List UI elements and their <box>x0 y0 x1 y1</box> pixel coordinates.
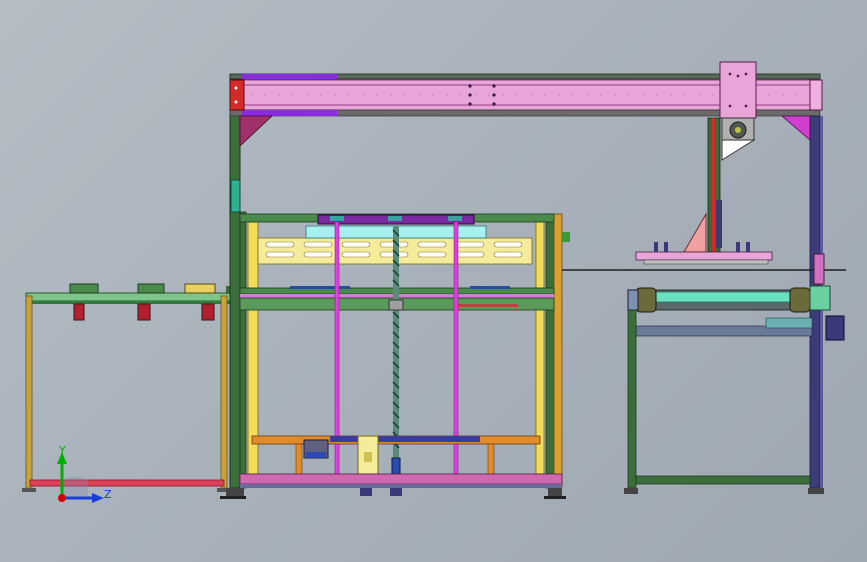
y-axis-label: Y <box>58 444 66 457</box>
gantry-end-cap-left <box>229 79 245 111</box>
left-table-bottom-rail <box>29 479 225 487</box>
x-axis-dot <box>58 494 66 502</box>
conveyor-roller-left <box>635 287 657 313</box>
left-fixture-2 <box>137 283 165 294</box>
z-axis-label: Z <box>104 488 112 501</box>
gantry-carriage <box>719 61 757 119</box>
conveyor-roller-right <box>789 287 811 313</box>
cad-drawing: Y Z <box>22 61 846 503</box>
left-table <box>22 283 235 492</box>
left-table-leg-left <box>25 295 33 489</box>
main-frame <box>220 75 570 499</box>
main-post-left <box>229 75 241 489</box>
gantry-bracket-right <box>780 115 811 141</box>
conveyor-belt <box>651 291 793 303</box>
pickup-plate <box>635 251 773 261</box>
coordinate-triad: Y Z <box>57 444 112 503</box>
gantry-bracket-left <box>239 115 274 147</box>
gantry <box>229 61 823 489</box>
conveyor-bottom-rail <box>635 475 811 485</box>
main-post-right <box>545 213 555 489</box>
main-post-left-inner <box>239 211 247 489</box>
left-table-top <box>25 292 235 302</box>
left-fixture-3 <box>184 283 216 294</box>
conveyor-leg-left <box>627 309 637 489</box>
gantry-end-cap-right <box>809 79 823 111</box>
left-table-leg-right <box>220 295 228 489</box>
right-conveyor <box>562 253 846 494</box>
main-base-rail <box>239 473 563 485</box>
left-fixture-1 <box>69 283 99 294</box>
